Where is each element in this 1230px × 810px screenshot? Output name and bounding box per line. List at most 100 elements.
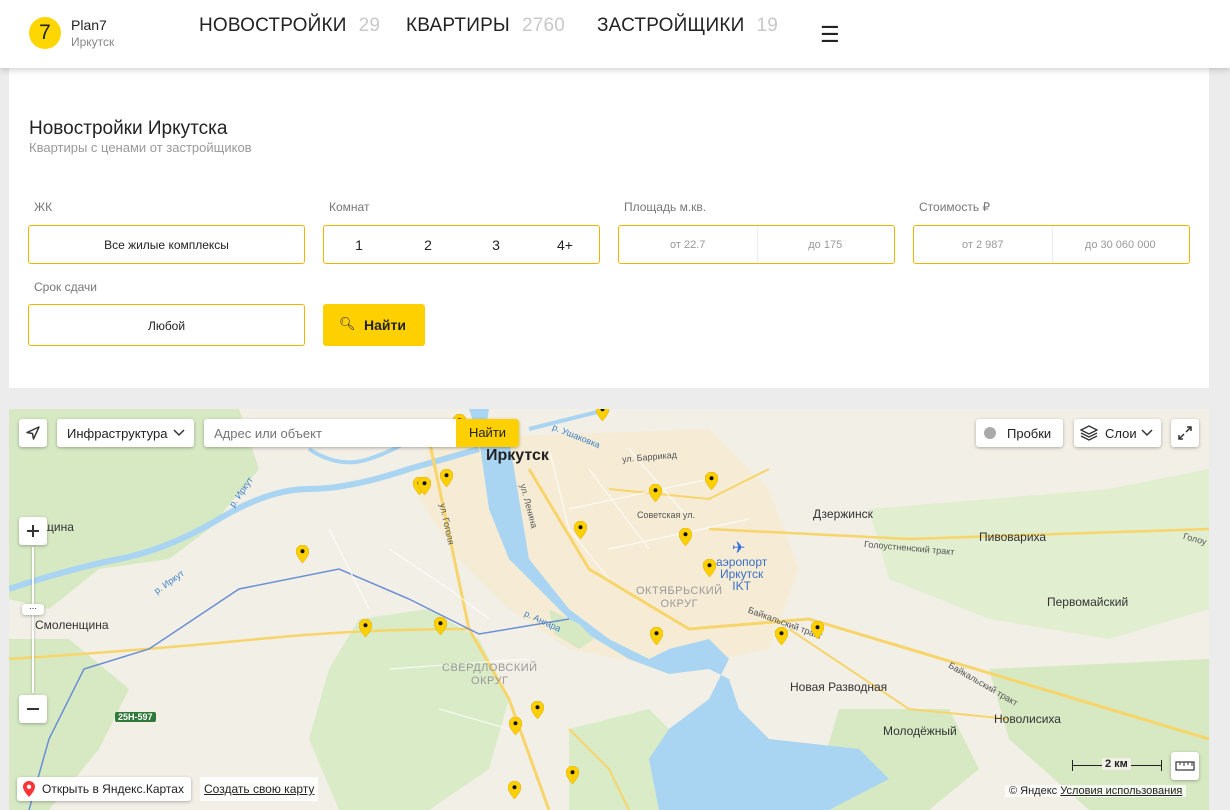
map-pin[interactable] (440, 469, 453, 487)
filter-panel: Новостройки Иркутска Квартиры с ценами о… (9, 68, 1209, 388)
terms-link[interactable]: Условия использования (1060, 785, 1182, 797)
map-label-airport: аэропорт Иркутск IKT (716, 555, 768, 593)
map-marker-icon (23, 781, 35, 797)
map-widget[interactable]: Иркутск Дзержинск Пивовариха Первомайски… (9, 409, 1209, 810)
map-label-novolisikha: Новолисиха (994, 712, 1061, 726)
layers-label: Слои (1105, 426, 1137, 441)
area-label: Площадь м.кв. (624, 200, 707, 214)
infrastructure-label: Инфраструктура (67, 426, 168, 441)
map-pin[interactable] (359, 619, 372, 637)
zoom-slider-track[interactable] (32, 547, 34, 693)
menu-icon[interactable]: ☰ (820, 22, 840, 48)
map-pin[interactable] (679, 528, 692, 546)
map-pin[interactable] (418, 477, 431, 495)
infrastructure-dropdown[interactable]: Инфраструктура (57, 419, 194, 447)
plus-icon (27, 525, 39, 537)
copyright-text: © Яндекс (1009, 785, 1058, 797)
map-pin[interactable] (509, 717, 522, 735)
search-button-label: Найти (364, 317, 406, 333)
room-option-1[interactable]: 1 (339, 226, 379, 265)
area-from-input[interactable]: от 22.7 (619, 226, 757, 265)
ruler-button[interactable] (1171, 752, 1199, 780)
map-pin[interactable] (434, 617, 447, 635)
geolocation-button[interactable] (19, 419, 47, 447)
airport-icon: ✈ (732, 540, 746, 557)
nav-label: КВАРТИРЫ (406, 15, 510, 36)
complex-select[interactable]: Все жилые комплексы (28, 225, 305, 264)
map-label-sverdlovsky: СВЕРДЛОВСКИЙ ОКРУГ (442, 662, 538, 687)
search-icon: 🔍︎ (339, 316, 356, 331)
logo-name[interactable]: Plan7 (71, 17, 107, 33)
map-label-molodezhny: Молодёжный (883, 724, 957, 738)
map-pin[interactable] (508, 781, 521, 799)
geolocation-icon (26, 426, 40, 440)
rooms-label: Комнат (329, 200, 370, 214)
deadline-select[interactable]: Любой (28, 304, 305, 346)
address-search: Найти (204, 419, 519, 447)
price-to-input[interactable]: до 30 060 000 (1052, 226, 1190, 265)
map-pin[interactable] (296, 545, 309, 563)
map-label-oktyabrsky: ОКТЯБРЬСКИЙ ОКРУГ (636, 585, 723, 610)
map-pin[interactable] (596, 409, 609, 421)
price-range: от 2 987 до 30 060 000 (913, 225, 1190, 264)
map-pin[interactable] (531, 701, 544, 719)
room-option-3[interactable]: 3 (476, 226, 516, 265)
map-pin[interactable] (775, 627, 788, 645)
search-button[interactable]: 🔍︎ Найти (323, 304, 425, 346)
map-label-shchina: щина (44, 520, 74, 534)
map-label-dzerzhinsk: Дзержинск (813, 507, 873, 521)
area-to-input[interactable]: до 175 (757, 226, 895, 265)
map-pin[interactable] (705, 472, 718, 490)
nav-novostroyki[interactable]: НОВОСТРОЙКИ 29 (199, 15, 380, 37)
logo-city: Иркутск (71, 35, 115, 49)
nav-label: ЗАСТРОЙЩИКИ (597, 15, 745, 36)
nav-count: 29 (358, 15, 381, 36)
minus-icon (27, 708, 39, 710)
nav-kvartiry[interactable]: КВАРТИРЫ 2760 (406, 15, 565, 37)
zoom-out-button[interactable] (19, 695, 47, 723)
map-pin[interactable] (574, 521, 587, 539)
map-road-25n: 25Н-597 (115, 712, 156, 722)
zoom-slider-handle[interactable]: ⋯ (22, 604, 44, 615)
map-pin[interactable] (650, 627, 663, 645)
deadline-select-value: Любой (147, 319, 186, 333)
map-search-button[interactable]: Найти (456, 419, 519, 447)
traffic-icon (984, 427, 996, 439)
map-pin[interactable] (566, 766, 579, 784)
chevron-down-icon (1141, 429, 1153, 437)
price-from-input[interactable]: от 2 987 (914, 226, 1052, 265)
fullscreen-button[interactable] (1171, 419, 1199, 447)
layers-dropdown[interactable]: Слои (1074, 419, 1161, 447)
deadline-label: Срок сдачи (34, 280, 97, 294)
price-label: Стоимость ₽ (919, 200, 991, 214)
room-option-4plus[interactable]: 4+ (545, 226, 585, 265)
map-canvas (9, 409, 1209, 810)
map-label-irkutsk: Иркутск (486, 447, 549, 464)
open-yandex-maps-label: Открыть в Яндекс.Картах (42, 782, 184, 796)
complex-label: ЖК (34, 200, 53, 214)
map-label-pivovarikha: Пивовариха (979, 530, 1047, 544)
map-pin[interactable] (811, 621, 824, 639)
site-header: 7 Plan7 Иркутск НОВОСТРОЙКИ 29 КВАРТИРЫ 27… (0, 0, 1230, 68)
map-scale: 2 км (1072, 758, 1162, 772)
ruler-icon (1175, 761, 1195, 771)
map-pin[interactable] (703, 559, 716, 577)
fullscreen-icon (1178, 426, 1192, 440)
complex-select-value: Все жилые комплексы (104, 238, 229, 252)
zoom-in-button[interactable] (19, 517, 47, 545)
map-label-nova-razvodnaya: Новая Разводная (790, 680, 888, 694)
open-yandex-maps-link[interactable]: Открыть в Яндекс.Картах (17, 777, 191, 801)
traffic-button[interactable]: Пробки (976, 419, 1063, 447)
map-pin[interactable] (649, 484, 662, 502)
create-map-link[interactable]: Создать свою карту (200, 777, 319, 801)
nav-count: 19 (756, 15, 779, 36)
map-scale-label: 2 км (1102, 758, 1131, 770)
nav-zastroyshchiki[interactable]: ЗАСТРОЙЩИКИ 19 (597, 15, 778, 37)
address-search-input[interactable] (204, 419, 456, 447)
map-label-pervomaysky: Первомайский (1047, 595, 1129, 609)
logo-badge[interactable]: 7 (29, 17, 61, 49)
traffic-label: Пробки (1007, 426, 1052, 441)
room-option-2[interactable]: 2 (408, 226, 448, 265)
map-attribution: © Яндекс Условия использования (1005, 785, 1187, 797)
area-range: от 22.7 до 175 (618, 225, 895, 264)
